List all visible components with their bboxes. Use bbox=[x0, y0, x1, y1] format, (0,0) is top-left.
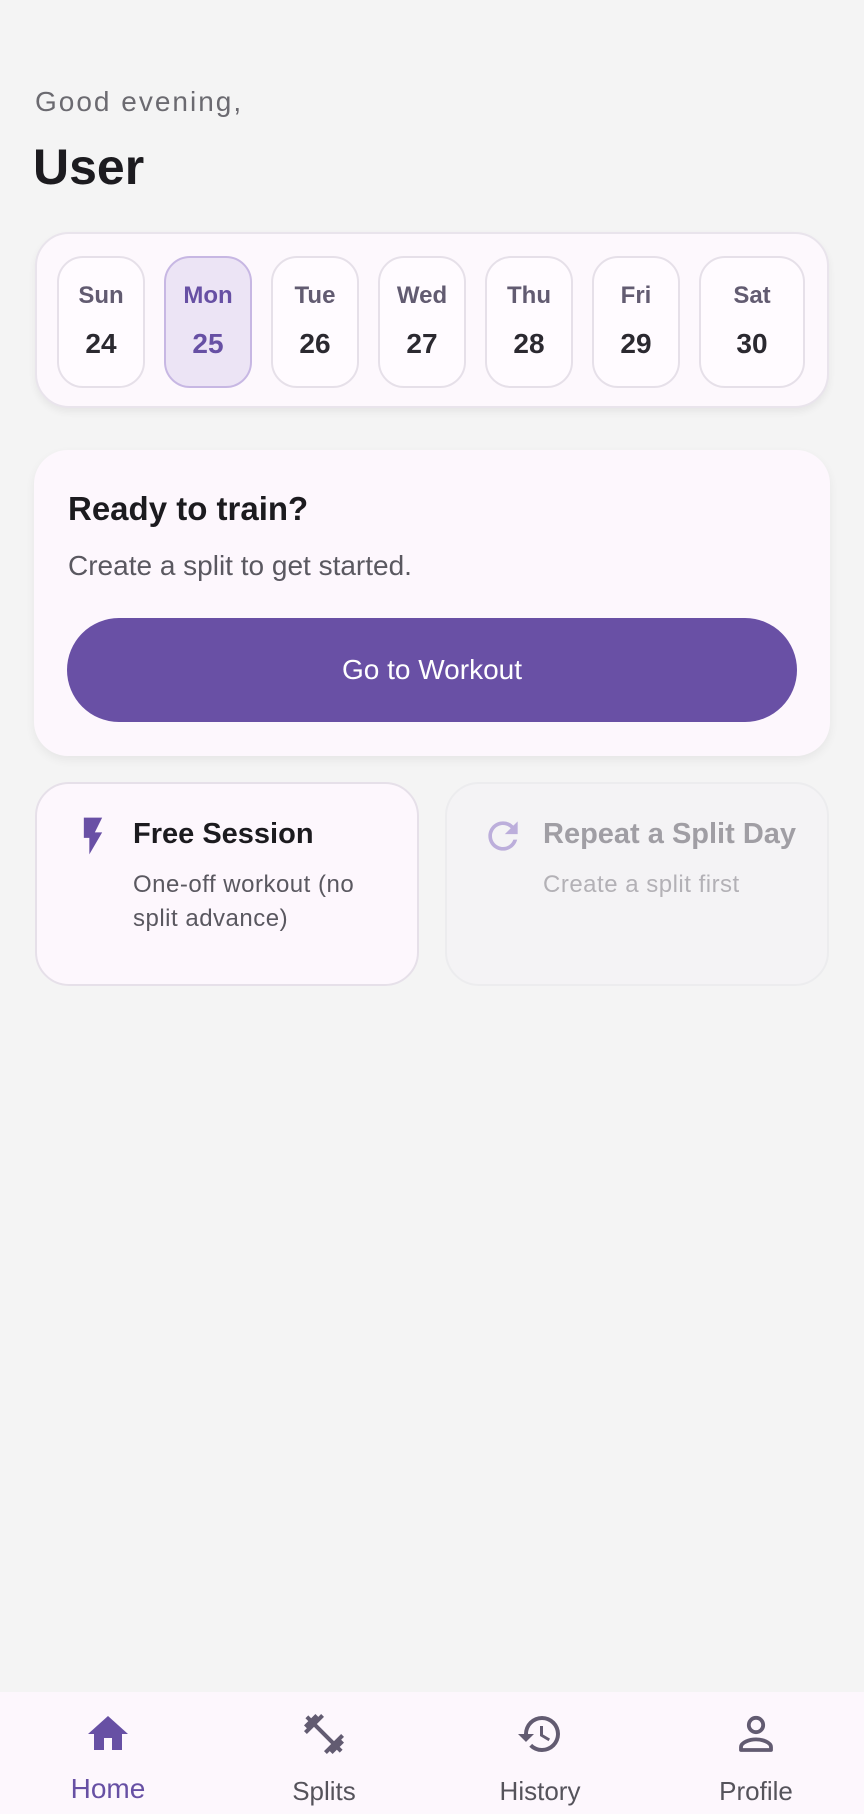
day-date: 25 bbox=[192, 328, 224, 359]
day-mon[interactable]: Mon 25 bbox=[164, 256, 252, 388]
repeat-split-day-card[interactable]: Repeat a Split Day Create a split first bbox=[445, 782, 829, 986]
day-date: 30 bbox=[736, 328, 768, 359]
user-name: User bbox=[33, 139, 145, 195]
nav-label-profile: Profile bbox=[719, 1776, 793, 1806]
nav-profile[interactable]: Profile bbox=[648, 1692, 864, 1814]
day-date: 27 bbox=[406, 328, 438, 359]
day-date: 26 bbox=[299, 328, 331, 359]
day-date: 29 bbox=[620, 328, 652, 359]
go-to-workout-button[interactable]: Go to Workout bbox=[67, 618, 797, 722]
greeting-text: Good evening, bbox=[35, 86, 244, 117]
day-tue[interactable]: Tue 26 bbox=[271, 256, 359, 388]
day-sat[interactable]: Sat 30 bbox=[699, 256, 805, 388]
free-session-title: Free Session bbox=[133, 818, 314, 850]
repeat-split-title: Repeat a Split Day bbox=[543, 818, 797, 850]
day-name: Mon bbox=[183, 282, 233, 309]
nav-home[interactable]: Home bbox=[0, 1692, 216, 1814]
day-sun[interactable]: Sun 24 bbox=[57, 256, 145, 388]
bolt-icon bbox=[83, 817, 103, 855]
refresh-icon bbox=[488, 821, 518, 851]
day-name: Sun bbox=[78, 282, 124, 309]
day-name: Thu bbox=[507, 282, 551, 309]
person-icon bbox=[739, 1715, 773, 1752]
week-strip: Sun 24 Mon 25 Tue 26 Wed 27 Thu 28 Fri 2… bbox=[35, 232, 829, 408]
day-fri[interactable]: Fri 29 bbox=[592, 256, 680, 388]
home-icon bbox=[88, 1716, 128, 1750]
dumbbell-icon bbox=[304, 1714, 344, 1754]
day-name: Fri bbox=[620, 282, 652, 309]
day-name: Sat bbox=[733, 282, 771, 309]
nav-label-history: History bbox=[499, 1776, 581, 1806]
ready-subtitle: Create a split to get started. bbox=[68, 550, 412, 581]
nav-label-home: Home bbox=[70, 1773, 146, 1804]
ready-card: Ready to train? Create a split to get st… bbox=[34, 450, 830, 756]
day-name: Wed bbox=[396, 282, 448, 309]
history-icon bbox=[518, 1716, 560, 1752]
day-date: 24 bbox=[85, 328, 117, 359]
free-session-subtitle: One-off workout (no split advance) bbox=[133, 871, 355, 932]
repeat-split-subtitle: Create a split first bbox=[543, 871, 740, 898]
day-date: 28 bbox=[513, 328, 545, 359]
free-session-card[interactable]: Free Session One-off workout (no split a… bbox=[35, 782, 419, 986]
nav-splits[interactable]: Splits bbox=[216, 1692, 432, 1814]
day-wed[interactable]: Wed 27 bbox=[378, 256, 466, 388]
nav-history[interactable]: History bbox=[432, 1692, 648, 1814]
day-thu[interactable]: Thu 28 bbox=[485, 256, 573, 388]
nav-label-splits: Splits bbox=[292, 1776, 356, 1806]
ready-title: Ready to train? bbox=[68, 490, 309, 527]
day-name: Tue bbox=[294, 282, 336, 309]
bottom-navigation: Home Splits History Profile bbox=[0, 1692, 864, 1814]
